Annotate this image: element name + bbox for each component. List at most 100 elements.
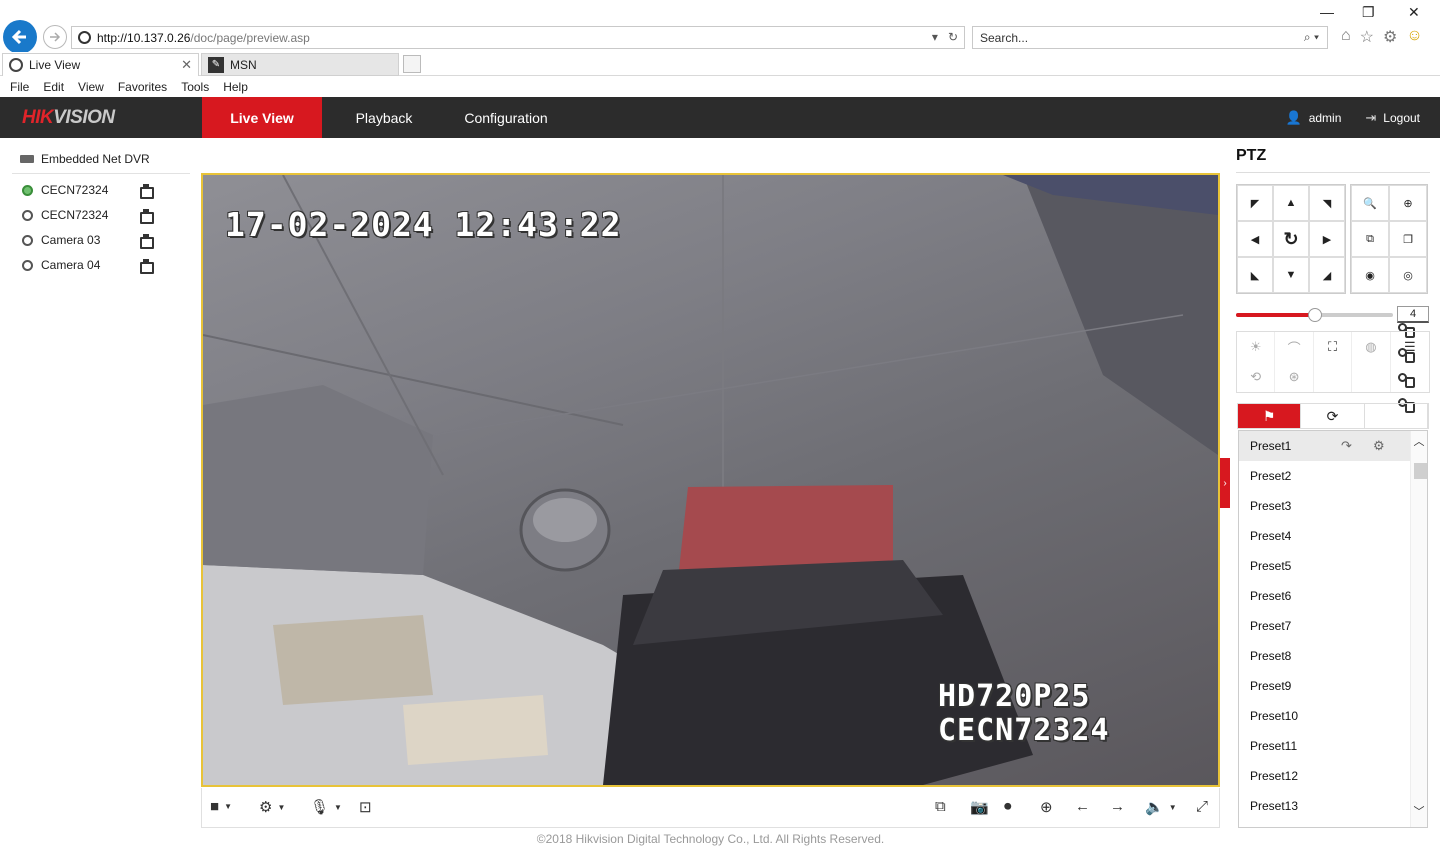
previous-page-icon[interactable]: ← xyxy=(1075,798,1090,815)
live-video-window[interactable]: 17-02-2024 12:43:22 HD720P25 CECN72324 xyxy=(201,173,1220,787)
pan-up-right-icon[interactable]: ◥ xyxy=(1309,185,1345,221)
record-icon[interactable] xyxy=(139,233,155,249)
menu-view[interactable]: View xyxy=(78,80,104,94)
next-page-icon[interactable]: → xyxy=(1110,798,1125,815)
panel-collapse-handle[interactable]: › xyxy=(1220,458,1230,508)
iris-open-icon[interactable]: ◉ xyxy=(1351,257,1389,293)
list-item[interactable]: Preset11 xyxy=(1239,731,1411,761)
list-item[interactable]: Preset7 xyxy=(1239,611,1411,641)
tab-msn[interactable]: ✎ MSN xyxy=(201,53,399,76)
microphone-button[interactable]: 🎙 ▼ xyxy=(310,798,342,816)
set-preset-gear-icon[interactable]: ⚙ xyxy=(1373,431,1385,461)
pan-down-icon[interactable]: ▼ xyxy=(1273,257,1309,293)
settings-gear-icon[interactable]: ⚙ xyxy=(1383,27,1397,47)
record-icon[interactable] xyxy=(139,208,155,224)
minimize-icon[interactable]: — xyxy=(1320,4,1334,20)
pan-down-right-icon[interactable]: ◢ xyxy=(1309,257,1345,293)
dropdown-icon[interactable]: ▾ xyxy=(932,30,938,44)
audio-mute-button[interactable]: 🔈 ▼ xyxy=(1145,798,1177,816)
pan-right-icon[interactable]: ▶ xyxy=(1309,221,1345,257)
nav-playback[interactable]: Playback xyxy=(333,97,435,138)
pan-up-icon[interactable]: ▲ xyxy=(1273,185,1309,221)
logout-icon[interactable]: ⇥ xyxy=(1365,110,1376,126)
slider-thumb[interactable] xyxy=(1308,308,1322,322)
feedback-smiley-icon[interactable]: ☺ xyxy=(1406,27,1422,47)
list-item[interactable]: Preset10 xyxy=(1239,701,1411,731)
one-touch-focus-icon[interactable]: ⟲ xyxy=(1237,362,1276,392)
favorites-star-icon[interactable]: ☆ xyxy=(1360,27,1374,47)
chevron-down-icon[interactable]: ﹀ xyxy=(1411,803,1427,819)
ptz-speed-slider[interactable]: 4 xyxy=(1236,306,1430,324)
lens-init-icon[interactable]: ⛶ xyxy=(1314,332,1353,362)
device-root[interactable]: Embedded Net DVR xyxy=(20,152,150,166)
capture-camera-icon[interactable]: 📷 xyxy=(970,798,989,816)
list-item[interactable]: Preset6 xyxy=(1239,581,1411,611)
record-icon[interactable] xyxy=(139,183,155,199)
list-item[interactable]: Preset3 xyxy=(1239,491,1411,521)
stream-type-button[interactable]: ⚙ ▼ xyxy=(259,798,285,816)
menu-favorites[interactable]: Favorites xyxy=(118,80,167,94)
list-item[interactable]: Preset12 xyxy=(1239,761,1411,791)
home-icon[interactable]: ⌂ xyxy=(1341,27,1351,47)
new-tab-button[interactable] xyxy=(403,55,421,73)
menu-help[interactable]: Help xyxy=(223,80,248,94)
preset-scrollbar[interactable]: ︿ ﹀ xyxy=(1410,431,1427,827)
menu-icon[interactable]: ☰ xyxy=(1391,332,1429,362)
zoom-out-icon[interactable]: 🔍 xyxy=(1351,185,1389,221)
search-input[interactable]: Search... ⌕ ▾ xyxy=(972,26,1328,49)
list-item[interactable]: Preset5 xyxy=(1239,551,1411,581)
logout-link[interactable]: Logout xyxy=(1383,111,1420,125)
menu-edit[interactable]: Edit xyxy=(43,80,64,94)
focus-near-icon[interactable]: ⧉ xyxy=(1351,221,1389,257)
camera-item[interactable]: CECN72324 xyxy=(22,208,1415,363)
pan-left-icon[interactable]: ◀ xyxy=(1237,221,1273,257)
close-tab-icon[interactable]: ✕ xyxy=(181,57,192,73)
forward-button[interactable] xyxy=(43,25,67,49)
list-item[interactable]: Preset2 xyxy=(1239,461,1411,491)
nav-configuration[interactable]: Configuration xyxy=(452,97,560,138)
speed-value[interactable]: 4 xyxy=(1397,306,1429,323)
list-item[interactable]: Preset9 xyxy=(1239,671,1411,701)
tab-empty[interactable] xyxy=(1365,404,1428,428)
camera-item[interactable]: Camera 04 xyxy=(22,258,1415,413)
tab-live-view[interactable]: Live View ✕ xyxy=(2,53,199,76)
pan-down-left-icon[interactable]: ◣ xyxy=(1237,257,1273,293)
close-window-icon[interactable]: ✕ xyxy=(1408,4,1420,21)
back-button[interactable] xyxy=(3,20,37,54)
light-icon[interactable]: ☀ xyxy=(1237,332,1276,362)
camera-item[interactable]: CECN72324 xyxy=(22,183,1415,338)
list-item[interactable]: Preset4 xyxy=(1239,521,1411,551)
fullscreen-icon[interactable]: ⤢ xyxy=(1196,798,1208,815)
list-item[interactable]: Preset8 xyxy=(1239,641,1411,671)
camera-icon xyxy=(22,184,33,196)
auto-scan-icon[interactable]: ↻ xyxy=(1273,221,1309,257)
search-icon[interactable]: ⌕ ▾ xyxy=(1304,30,1319,45)
nav-live-view[interactable]: Live View xyxy=(202,97,322,138)
tab-patrol[interactable]: ⟳ xyxy=(1301,404,1365,428)
record-icon[interactable] xyxy=(139,258,155,274)
scrollbar-thumb[interactable] xyxy=(1414,463,1427,479)
call-preset-icon[interactable]: ↷ xyxy=(1341,431,1352,461)
digital-zoom-icon[interactable]: ⊕ xyxy=(1040,798,1053,816)
zoom-in-icon[interactable]: ⊕ xyxy=(1389,185,1427,221)
window-layout-button[interactable]: ■ ▼ xyxy=(210,798,232,815)
menu-tools[interactable]: Tools xyxy=(181,80,209,94)
3d-zoom-icon[interactable]: ⊛ xyxy=(1275,362,1314,392)
stop-all-preview-icon[interactable]: ⧉ xyxy=(935,798,946,815)
record-video-icon[interactable]: ⏺ xyxy=(1004,798,1012,815)
address-bar[interactable]: http://10.137.0.26/doc/page/preview.asp … xyxy=(71,26,965,49)
alarm-output-icon[interactable]: ⊡ xyxy=(359,798,372,816)
camera-item[interactable]: Camera 03 xyxy=(22,233,1415,388)
list-item[interactable]: Preset13 xyxy=(1239,791,1411,821)
iris-close-icon[interactable]: ◎ xyxy=(1389,257,1427,293)
refresh-icon[interactable]: ↻ xyxy=(948,30,958,44)
list-item[interactable]: Preset1 ↷ ⚙ xyxy=(1239,431,1411,461)
chevron-up-icon[interactable]: ︿ xyxy=(1411,433,1427,449)
pan-up-left-icon[interactable]: ◤ xyxy=(1237,185,1273,221)
menu-file[interactable]: File xyxy=(10,80,29,94)
tab-presets[interactable]: ⚑ xyxy=(1238,404,1302,428)
focus-far-icon[interactable]: ❐ xyxy=(1389,221,1427,257)
restore-icon[interactable]: ❐ xyxy=(1362,4,1375,21)
wiper-icon[interactable]: ⌒ xyxy=(1275,332,1314,362)
manual-tracking-icon[interactable]: ◍ xyxy=(1352,332,1391,362)
